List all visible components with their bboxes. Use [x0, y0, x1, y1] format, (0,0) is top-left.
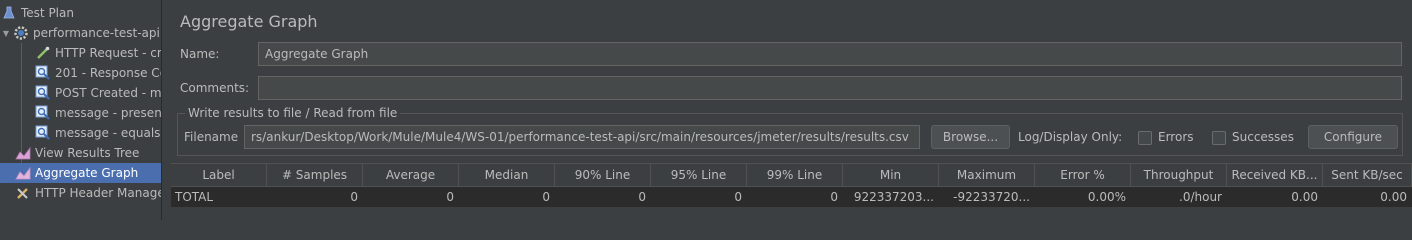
table-cell: 0.00 [1227, 187, 1323, 207]
table-cell: 0 [459, 187, 555, 207]
table-cell: 0 [747, 187, 843, 207]
tree-item-label: HTTP Request - create [55, 46, 162, 60]
tree-item-label: 201 - Response Code [55, 66, 161, 80]
pipette-icon [34, 45, 52, 61]
table-header: Label # Samples Average Median 90% Line … [171, 163, 1412, 187]
magnifier-icon [34, 125, 52, 141]
graph-icon [14, 165, 32, 181]
tree-item-label: Test Plan [21, 6, 74, 20]
log-display-label: Log/Display Only: [1018, 130, 1123, 144]
tree-item-label: HTTP Header Manager [35, 186, 162, 200]
tree-item-assertion-message-equals[interactable]: message - equals [0, 123, 161, 143]
expand-arrow-icon[interactable]: ▼ [0, 29, 12, 38]
tree-item-label: View Results Tree [35, 146, 140, 160]
table-cell: 0.00 [1323, 187, 1412, 207]
tree-item-http-request[interactable]: HTTP Request - create [0, 43, 162, 63]
magnifier-icon [34, 105, 52, 121]
tree-item-http-header-manager[interactable]: HTTP Header Manager [0, 183, 162, 203]
comments-field[interactable] [258, 76, 1402, 100]
filename-field[interactable]: rs/ankur/Desktop/Work/Mule/Mule4/WS-01/p… [244, 125, 920, 149]
test-plan-tree[interactable]: Test Plan ▼ performance-test-api HTTP Re… [0, 0, 162, 220]
aggregate-graph-panel: Aggregate Graph Name: Aggregate Graph Co… [171, 0, 1412, 221]
errors-checkbox[interactable] [1138, 131, 1152, 145]
successes-label: Successes [1232, 130, 1294, 144]
column-header-median[interactable]: Median [459, 164, 555, 186]
comments-label: Comments: [180, 81, 250, 95]
graph-icon [14, 145, 32, 161]
column-header-99-line[interactable]: 99% Line [747, 164, 843, 186]
flask-icon [0, 5, 18, 21]
tree-item-aggregate-graph[interactable]: Aggregate Graph [0, 163, 161, 183]
tree-item-thread-group[interactable]: ▼ performance-test-api [0, 23, 161, 43]
column-header-received[interactable]: Received KB... [1227, 164, 1323, 186]
tree-item-assertion-post-created[interactable]: POST Created - message [0, 83, 162, 103]
magnifier-icon [34, 85, 52, 101]
column-header-error[interactable]: Error % [1035, 164, 1131, 186]
tree-item-test-plan[interactable]: Test Plan [0, 3, 161, 23]
browse-button[interactable]: Browse... [931, 125, 1010, 149]
name-field[interactable]: Aggregate Graph [258, 42, 1402, 66]
table-cell: 922337203... [843, 187, 939, 207]
tree-item-assertion-message-present[interactable]: message - present [0, 103, 162, 123]
tree-item-label: Aggregate Graph [35, 166, 139, 180]
column-header-90-line[interactable]: 90% Line [555, 164, 651, 186]
column-header-label[interactable]: Label [171, 164, 267, 186]
tree-item-assertion-response-code[interactable]: 201 - Response Code [0, 63, 161, 83]
table-cell: -92233720... [939, 187, 1035, 207]
wrench-icon [14, 185, 32, 201]
tree-item-label: POST Created - message [55, 86, 162, 100]
table-cell: 0 [363, 187, 459, 207]
table-empty-area [171, 207, 1412, 221]
table-cell: 0 [651, 187, 747, 207]
name-label: Name: [180, 47, 220, 61]
tree-item-label: message - equals [55, 126, 161, 140]
table-cell: 0 [555, 187, 651, 207]
tree-item-view-results-tree[interactable]: View Results Tree [0, 143, 161, 163]
column-header-min[interactable]: Min [843, 164, 939, 186]
column-header-samples[interactable]: # Samples [267, 164, 363, 186]
file-group-legend: Write results to file / Read from file [185, 106, 401, 120]
table-row[interactable]: TOTAL 0 0 0 0 0 0 922337203... -92233720… [171, 187, 1412, 207]
filename-label: Filename [184, 130, 239, 144]
tree-item-label: performance-test-api [33, 26, 160, 40]
gear-icon [12, 25, 30, 41]
column-header-maximum[interactable]: Maximum [939, 164, 1035, 186]
table-cell: TOTAL [171, 187, 267, 207]
column-header-average[interactable]: Average [363, 164, 459, 186]
aggregate-table[interactable]: Label # Samples Average Median 90% Line … [171, 163, 1412, 221]
configure-button[interactable]: Configure [1308, 125, 1398, 149]
table-cell: 0.00% [1035, 187, 1131, 207]
column-header-sent[interactable]: Sent KB/sec [1323, 164, 1412, 186]
magnifier-icon [34, 65, 52, 81]
table-cell: .0/hour [1131, 187, 1227, 207]
column-header-95-line[interactable]: 95% Line [651, 164, 747, 186]
panel-title: Aggregate Graph [180, 12, 318, 31]
table-cell: 0 [267, 187, 363, 207]
tree-item-label: message - present [55, 106, 162, 120]
errors-label: Errors [1158, 130, 1194, 144]
column-header-throughput[interactable]: Throughput [1131, 164, 1227, 186]
successes-checkbox[interactable] [1212, 131, 1226, 145]
